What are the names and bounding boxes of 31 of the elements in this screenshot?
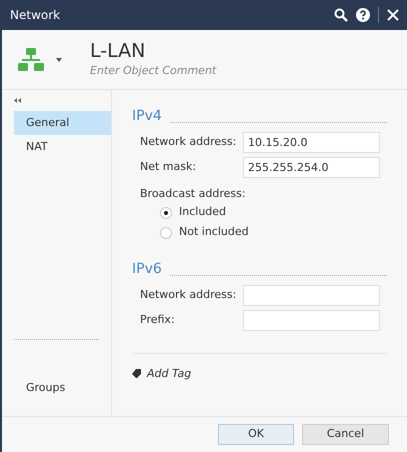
network-icon bbox=[18, 48, 44, 72]
cancel-button[interactable]: Cancel bbox=[302, 424, 389, 445]
caret-icon[interactable] bbox=[56, 58, 62, 62]
radio-button[interactable] bbox=[160, 226, 172, 238]
add-tag-link[interactable]: Add Tag bbox=[132, 366, 387, 382]
field-label: Net mask: bbox=[140, 159, 198, 176]
field-label: Network address: bbox=[140, 286, 238, 303]
radio-option[interactable]: Not included bbox=[140, 222, 387, 242]
sidebar-item[interactable]: General bbox=[14, 111, 111, 135]
input-field[interactable] bbox=[243, 310, 380, 330]
help-icon[interactable] bbox=[356, 8, 370, 22]
object-name: L-LAN bbox=[90, 39, 146, 64]
sidebar-item[interactable]: NAT bbox=[14, 135, 111, 159]
section-heading: IPv4 bbox=[132, 107, 162, 126]
close-icon[interactable] bbox=[387, 9, 399, 21]
collapse-icon[interactable] bbox=[14, 98, 21, 103]
field-label: Network address: bbox=[140, 134, 238, 150]
ok-button[interactable]: OK bbox=[218, 424, 294, 445]
input-field[interactable]: 10.15.20.0 bbox=[243, 132, 380, 153]
radio-button[interactable] bbox=[160, 206, 172, 218]
input-field[interactable] bbox=[243, 284, 380, 306]
comment-field[interactable]: Enter Object Comment bbox=[90, 63, 290, 80]
radio-option[interactable]: Included bbox=[140, 202, 387, 222]
tag-icon bbox=[132, 369, 141, 378]
sidebar-item[interactable]: Groups bbox=[14, 376, 111, 400]
window-title: Network bbox=[10, 7, 60, 24]
section-heading: IPv6 bbox=[132, 260, 162, 278]
field-label: Prefix: bbox=[140, 312, 176, 328]
input-field[interactable]: 255.255.254.0 bbox=[243, 157, 380, 178]
search-icon[interactable] bbox=[334, 8, 348, 22]
field-label: Broadcast address: bbox=[140, 186, 247, 202]
